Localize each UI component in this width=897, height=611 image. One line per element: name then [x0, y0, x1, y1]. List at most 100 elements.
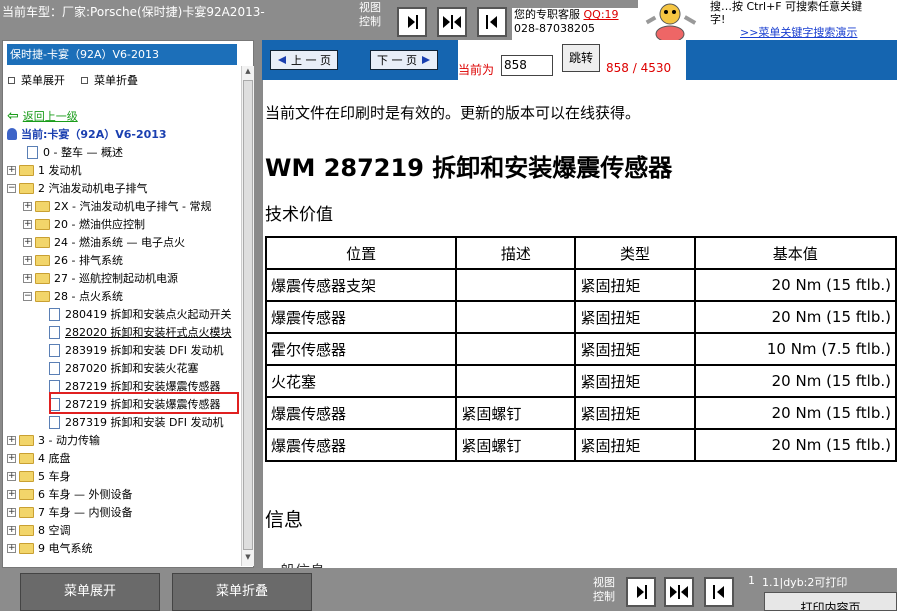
expand-toggle-icon[interactable]: + [7, 507, 16, 517]
tree-item-n3[interactable]: +3 - 动力传输 [7, 431, 100, 449]
tree-item-n7[interactable]: +7 车身 — 内侧设备 [7, 503, 133, 521]
cell-description: 紧固螺钉 [455, 428, 577, 462]
bottom-view-show-right-button[interactable] [626, 577, 656, 607]
view-show-right-button[interactable] [397, 7, 427, 37]
split-arrows-icon [443, 15, 461, 29]
folder-icon [35, 200, 50, 212]
cell-type: 紧固扭矩 [574, 364, 696, 398]
tree-item-d1[interactable]: 280419 拆卸和安装点火起动开关 [49, 305, 232, 323]
arrow-left-bar-icon [713, 585, 724, 599]
page-jump-area: 当前为 858 跳转 858 / 4530 [458, 40, 686, 80]
tree-item-back[interactable]: ⇦ 返回上一级 [7, 107, 78, 125]
tree-item-label: 0 - 整车 — 概述 [43, 146, 123, 159]
document-icon [49, 307, 60, 321]
info-heading: 信息 [265, 509, 304, 531]
prev-page-button[interactable]: 上 一 页 [270, 50, 338, 70]
cell-type: 紧固扭矩 [574, 428, 696, 462]
tree-item-n9[interactable]: +9 电气系统 [7, 539, 93, 557]
tree-item-current[interactable]: 当前:卡宴（92A）V6-2013 [7, 125, 167, 143]
tree-item-label: 287319 拆卸和安装 DFI 发动机 [65, 416, 224, 429]
tree-item-n2x[interactable]: +2X - 汽油发动机电子排气 - 常规 [23, 197, 211, 215]
tree-item-n24[interactable]: +24 - 燃油系统 — 电子点火 [23, 233, 185, 251]
expand-toggle-icon[interactable]: + [23, 273, 32, 283]
expand-toggle-icon[interactable]: + [23, 255, 32, 265]
search-hint-box: 搜…按 Ctrl+F 可搜索任意关键 字! >>菜单关键字搜索演示 [706, 0, 897, 40]
cell-position: 爆震传感器 [264, 428, 458, 462]
arrow-right-bar-icon [637, 585, 647, 599]
bottom-menu-collapse-button[interactable]: 菜单折叠 [172, 573, 312, 611]
bottom-view-show-left-button[interactable] [704, 577, 734, 607]
tree-item-label: 283919 拆卸和安装 DFI 发动机 [65, 344, 224, 357]
tree-item-n20[interactable]: +20 - 燃油供应控制 [23, 215, 145, 233]
expand-toggle-icon[interactable]: + [7, 525, 16, 535]
left-scrollbar[interactable]: ▲ ▼ [241, 66, 254, 566]
cell-position: 爆震传感器支架 [264, 268, 458, 302]
folder-icon [35, 272, 50, 284]
expand-toggle-icon[interactable]: + [7, 453, 16, 463]
folder-icon [19, 182, 34, 194]
tree-item-label: 1 发动机 [38, 164, 82, 177]
page-number-input[interactable]: 858 [501, 55, 553, 76]
view-split-button[interactable] [437, 7, 467, 37]
tree-item-n2[interactable]: − 2 汽油发动机电子排气 [7, 179, 148, 197]
cell-position: 爆震传感器 [264, 300, 458, 334]
expand-toggle-icon[interactable]: + [7, 489, 16, 499]
tree-item-d3[interactable]: 283919 拆卸和安装 DFI 发动机 [49, 341, 224, 359]
cell-position: 火花塞 [264, 364, 458, 398]
top-bar: 当前车型：厂家:Porsche(保时捷)卡宴92A2013- 视图控制 您的专职… [0, 0, 897, 40]
print-content-button[interactable]: 打印内容页 [764, 592, 897, 611]
tree-item-n6[interactable]: +6 车身 — 外侧设备 [7, 485, 133, 503]
cell-basic-value: 20 Nm (15 ftlb.) [693, 300, 897, 334]
tree-item-label: 9 电气系统 [38, 542, 93, 555]
expand-toggle-icon[interactable]: + [7, 435, 16, 445]
scroll-up-arrow-icon[interactable]: ▲ [243, 67, 253, 79]
scroll-down-arrow-icon[interactable]: ▼ [243, 553, 253, 565]
arrow-right-bar-icon [408, 15, 418, 29]
folder-icon [35, 218, 50, 230]
menu-collapse-link[interactable]: 菜单折叠 [81, 72, 138, 88]
tree-item-label: 27 - 巡航控制起动机电源 [54, 272, 178, 285]
jump-button[interactable]: 跳转 [562, 44, 600, 72]
expand-toggle-icon[interactable]: + [7, 471, 16, 481]
expand-toggle-icon[interactable]: + [7, 165, 16, 175]
menu-expand-link[interactable]: 菜单展开 [8, 72, 65, 88]
prev-page-label: 上 一 页 [291, 54, 331, 67]
collapse-toggle-icon[interactable]: − [7, 183, 16, 193]
document-title: WM 287219 拆卸和安装爆震传感器 [265, 154, 673, 182]
tree-item-n8[interactable]: +8 空调 [7, 521, 71, 539]
tree-item-d2[interactable]: 282020 拆卸和安装杆式点火模块 [49, 323, 232, 341]
document-icon [49, 361, 60, 375]
cell-position: 霍尔传感器 [264, 332, 458, 366]
cell-type: 紧固扭矩 [574, 268, 696, 302]
expand-toggle-icon[interactable]: + [23, 219, 32, 229]
car-model-title: 当前车型：厂家:Porsche(保时捷)卡宴92A2013- [2, 5, 265, 19]
collapse-toggle-icon[interactable]: − [23, 291, 32, 301]
tree-item-label: 返回上一级 [22, 110, 78, 123]
expand-toggle-icon[interactable]: + [23, 237, 32, 247]
tree-item-label: 287020 拆卸和安装火花塞 [65, 362, 199, 375]
cell-description: 紧固螺钉 [455, 396, 577, 430]
tree-item-n28[interactable]: − 28 - 点火系统 [23, 287, 123, 305]
col-header-basic-value: 基本值 [693, 236, 897, 270]
tree-item-n27[interactable]: +27 - 巡航控制起动机电源 [23, 269, 178, 287]
tree-item-n26[interactable]: +26 - 排气系统 [23, 251, 123, 269]
customer-service-box: 您的专职客服 QQ:19 028-87038205 [512, 8, 638, 40]
tree-item-n5[interactable]: +5 车身 [7, 467, 71, 485]
expand-toggle-icon[interactable]: + [7, 543, 16, 553]
bottom-view-split-button[interactable] [664, 577, 694, 607]
tree-item-n1[interactable]: +1 发动机 [7, 161, 82, 179]
table-body: 爆震传感器支架 紧固扭矩 20 Nm (15 ftlb.) 爆震传感器 紧固扭矩 20 N… [264, 268, 897, 462]
tree-item-d7[interactable]: 287319 拆卸和安装 DFI 发动机 [49, 413, 224, 431]
next-page-button[interactable]: 下 一 页 [370, 50, 438, 70]
tree-item-n4[interactable]: +4 底盘 [7, 449, 71, 467]
service-qq-link[interactable]: QQ:19 [584, 8, 619, 21]
view-show-left-button[interactable] [477, 7, 507, 37]
document-icon [49, 325, 60, 339]
tree-item-d4[interactable]: 287020 拆卸和安装火花塞 [49, 359, 199, 377]
scroll-thumb[interactable] [243, 80, 253, 550]
bottom-menu-expand-button[interactable]: 菜单展开 [20, 573, 160, 611]
keyword-search-demo-link[interactable]: >>菜单关键字搜索演示 [740, 26, 893, 39]
expand-toggle-icon[interactable]: + [23, 201, 32, 211]
tree-item-n0[interactable]: 0 - 整车 — 概述 [27, 143, 123, 161]
current-model-icon [7, 128, 17, 140]
